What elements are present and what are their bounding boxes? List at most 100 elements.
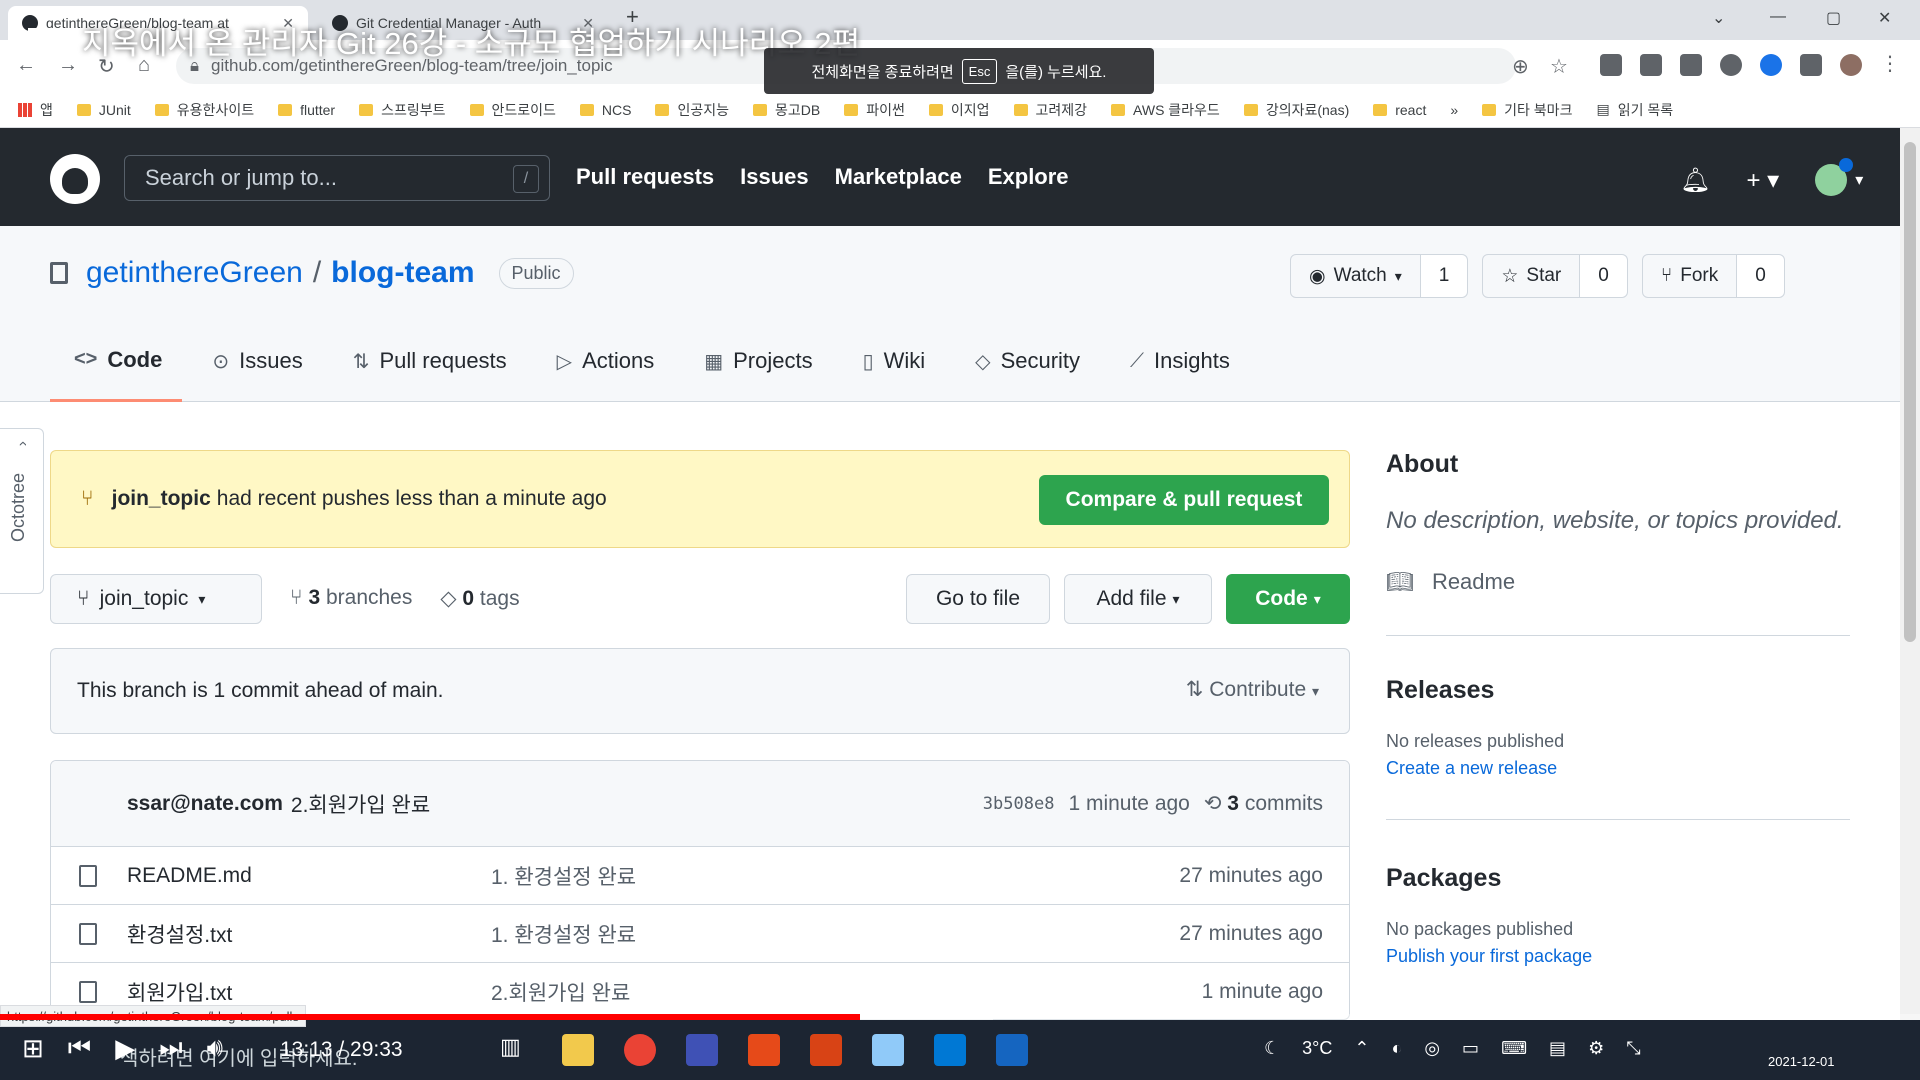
file-commit-message[interactable]: 1. 환경설정 완료 (491, 919, 636, 949)
extension-icon[interactable] (1680, 54, 1702, 76)
forward-icon[interactable]: → (58, 54, 78, 77)
bookmark-folder[interactable]: JUnit (76, 102, 131, 118)
page-scrollbar[interactable] (1900, 128, 1920, 1020)
file-row[interactable]: README.md 1. 환경설정 완료 27 minutes ago (51, 847, 1349, 905)
search-input[interactable]: Search or jump to... / (124, 155, 550, 201)
bookmark-folder[interactable]: 이지업 (928, 100, 990, 120)
app-icon[interactable] (996, 1034, 1028, 1066)
tags-link[interactable]: ◇ 0 tags (440, 586, 519, 611)
profile-avatar[interactable] (1840, 54, 1862, 76)
bookmark-star-icon[interactable]: ☆ (1550, 54, 1568, 79)
github-logo-icon[interactable] (50, 154, 100, 204)
network-icon[interactable]: ◎ (1424, 1038, 1440, 1059)
tab-wiki[interactable]: ▯ Wiki (839, 342, 946, 402)
octotree-toggle[interactable]: › Octotree (0, 428, 44, 594)
watch-count[interactable]: 1 (1420, 255, 1468, 297)
tray-chevron-icon[interactable]: ⌃ (1354, 1038, 1369, 1059)
readme-link[interactable]: 📖︎ Readme (1386, 569, 1850, 595)
tab-insights[interactable]: ⟋ Insights (1106, 342, 1250, 402)
repo-owner-link[interactable]: getinthereGreen (86, 256, 303, 290)
bookmark-apps[interactable]: 앱 (18, 100, 53, 120)
bookmark-folder-other[interactable]: 기타 북마크 (1482, 100, 1572, 120)
extension-icon[interactable] (1720, 54, 1742, 76)
watch-button[interactable]: ◉ Watch ▾ 1 (1290, 254, 1469, 298)
go-to-file-button[interactable]: Go to file (906, 574, 1050, 624)
puzzle-icon[interactable] (1800, 54, 1822, 76)
tab-pull-requests[interactable]: ⇅ Pull requests (329, 342, 527, 402)
extension-icon[interactable] (1600, 54, 1622, 76)
bookmark-folder[interactable]: flutter (278, 102, 335, 118)
tab-issues[interactable]: ⊙ Issues (188, 342, 322, 402)
file-explorer-icon[interactable] (562, 1034, 594, 1066)
compare-pull-request-button[interactable]: Compare & pull request (1039, 475, 1329, 525)
back-icon[interactable]: ← (16, 54, 36, 77)
next-icon[interactable]: ⏭︎ (159, 1032, 182, 1064)
bookmark-folder[interactable]: 인공지능 (655, 100, 729, 120)
repo-name-link[interactable]: blog-team (331, 256, 474, 290)
more-bookmarks-button[interactable]: » (1450, 102, 1458, 118)
packages-heading[interactable]: Packages (1386, 864, 1850, 893)
chrome-icon[interactable] (624, 1034, 656, 1066)
bookmark-folder[interactable]: 몽고DB (753, 100, 820, 120)
task-view-icon[interactable]: ▥ (500, 1034, 532, 1066)
app-icon[interactable] (686, 1034, 718, 1066)
contribute-dropdown[interactable]: ⇅ Contribute ▾ (1186, 677, 1319, 702)
bookmark-folder[interactable]: 강의자료(nas) (1243, 100, 1349, 120)
speaker-icon[interactable]: ◐ (1391, 1038, 1402, 1059)
bookmark-folder[interactable]: 유용한사이트 (154, 100, 254, 120)
nav-marketplace[interactable]: Marketplace (835, 164, 962, 190)
fork-button[interactable]: ⑂ Fork 0 (1641, 254, 1785, 298)
tab-search-icon[interactable]: ⌄ (1712, 8, 1725, 28)
zoom-icon[interactable]: ⊕ (1512, 54, 1529, 79)
star-button[interactable]: ☆ Star 0 (1482, 254, 1628, 298)
releases-heading[interactable]: Releases (1386, 676, 1850, 705)
bookmark-folder[interactable]: 스프링부트 (359, 100, 446, 120)
bell-icon[interactable]: 🔔︎ (1680, 166, 1710, 195)
vscode-icon[interactable] (934, 1034, 966, 1066)
keyboard-icon[interactable]: ⌨ (1501, 1038, 1527, 1059)
nav-pull-requests[interactable]: Pull requests (576, 164, 714, 190)
captions-icon[interactable]: ▤ (1549, 1038, 1566, 1059)
minimize-icon[interactable]: — (1770, 8, 1786, 26)
tab-actions[interactable]: ▷ Actions (533, 342, 675, 402)
more-menu-icon[interactable]: ⋮ (1880, 54, 1902, 76)
commit-author[interactable]: ssar@nate.com (127, 792, 283, 816)
app-icon[interactable] (748, 1034, 780, 1066)
weather-icon[interactable]: ☾ (1264, 1038, 1280, 1059)
settings-icon[interactable]: ⚙ (1588, 1038, 1604, 1059)
tab-security[interactable]: ◇ Security (951, 342, 1100, 402)
previous-icon[interactable]: ⏮︎ (68, 1032, 91, 1064)
nav-issues[interactable]: Issues (740, 164, 809, 190)
user-menu[interactable]: ▾ (1815, 158, 1863, 196)
extension-icon[interactable] (1640, 54, 1662, 76)
code-button[interactable]: Code ▾ (1226, 574, 1350, 624)
exit-fullscreen-icon[interactable]: ⤡ (1626, 1038, 1640, 1059)
reading-list[interactable]: ▤ 읽기 목록 (1596, 100, 1673, 120)
tab-projects[interactable]: ▦ Projects (680, 342, 832, 402)
windows-start-icon[interactable]: ⊞ (22, 1033, 44, 1064)
volume-icon[interactable]: 🔊︎ (207, 1032, 223, 1064)
create-release-link[interactable]: Create a new release (1386, 758, 1850, 779)
file-name[interactable]: 환경설정.txt (127, 919, 232, 949)
commits-link[interactable]: ⟲ 3 commits (1204, 791, 1323, 816)
video-menu-icon[interactable] (28, 28, 56, 48)
app-icon[interactable] (872, 1034, 904, 1066)
bookmark-folder[interactable]: 파이썬 (844, 100, 905, 120)
branches-link[interactable]: ⑂ 3 branches (290, 586, 412, 611)
extension-icon[interactable] (1760, 54, 1782, 76)
bookmark-folder[interactable]: AWS 클라우드 (1111, 100, 1220, 120)
play-icon[interactable]: ▶︎ (115, 1033, 135, 1064)
commit-sha[interactable]: 3b508e8 (983, 794, 1055, 814)
video-progress-bar[interactable] (0, 1014, 1920, 1020)
file-commit-message[interactable]: 1. 환경설정 완료 (491, 861, 636, 891)
maximize-icon[interactable]: ▢ (1826, 8, 1841, 28)
weather-temp[interactable]: 3°C (1302, 1038, 1332, 1059)
commit-message[interactable]: 2.회원가입 완료 (291, 789, 430, 819)
app-icon[interactable] (810, 1034, 842, 1066)
bookmark-folder[interactable]: 고려제강 (1013, 100, 1087, 120)
battery-icon[interactable]: ▭ (1462, 1038, 1479, 1059)
bookmark-folder[interactable]: react (1373, 102, 1426, 118)
nav-explore[interactable]: Explore (988, 164, 1069, 190)
plus-dropdown-icon[interactable]: + ▾ (1746, 166, 1779, 195)
close-window-icon[interactable]: ✕ (1878, 8, 1891, 28)
